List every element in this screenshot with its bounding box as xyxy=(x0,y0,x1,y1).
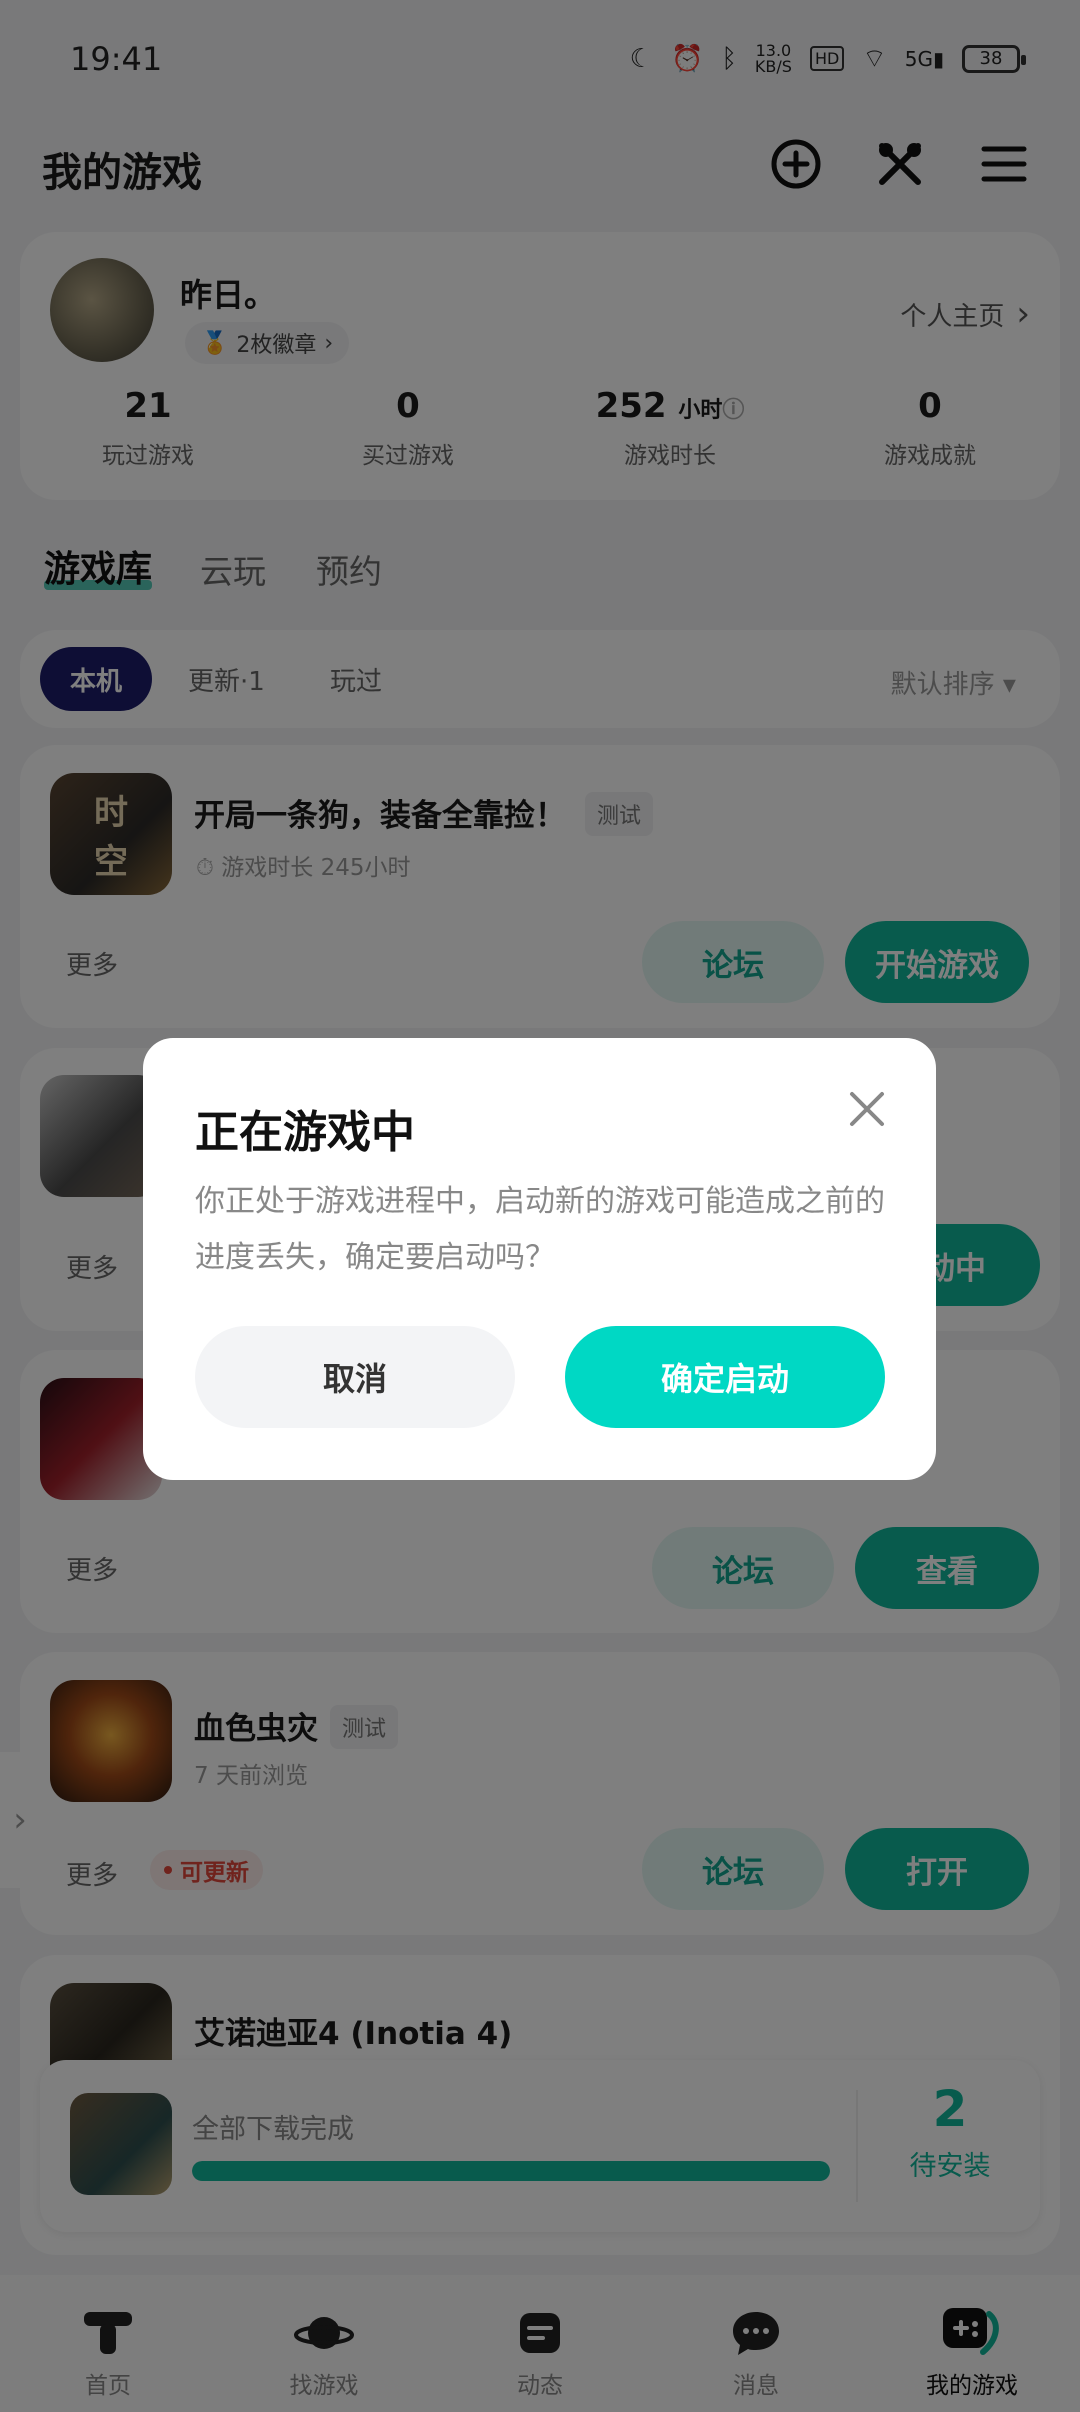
dialog-title: 正在游戏中 xyxy=(195,1107,415,1158)
close-icon[interactable] xyxy=(842,1084,892,1134)
confirm-launch-button[interactable]: 确定启动 xyxy=(565,1326,885,1428)
dialog-message: 你正处于游戏进程中，启动新的游戏可能造成之前的进度丢失，确定要启动吗？ xyxy=(195,1184,885,1275)
confirm-dialog: 正在游戏中 你正处于游戏进程中，启动新的游戏可能造成之前的进度丢失，确定要启动吗… xyxy=(143,1038,936,1480)
cancel-button[interactable]: 取消 xyxy=(195,1326,515,1428)
